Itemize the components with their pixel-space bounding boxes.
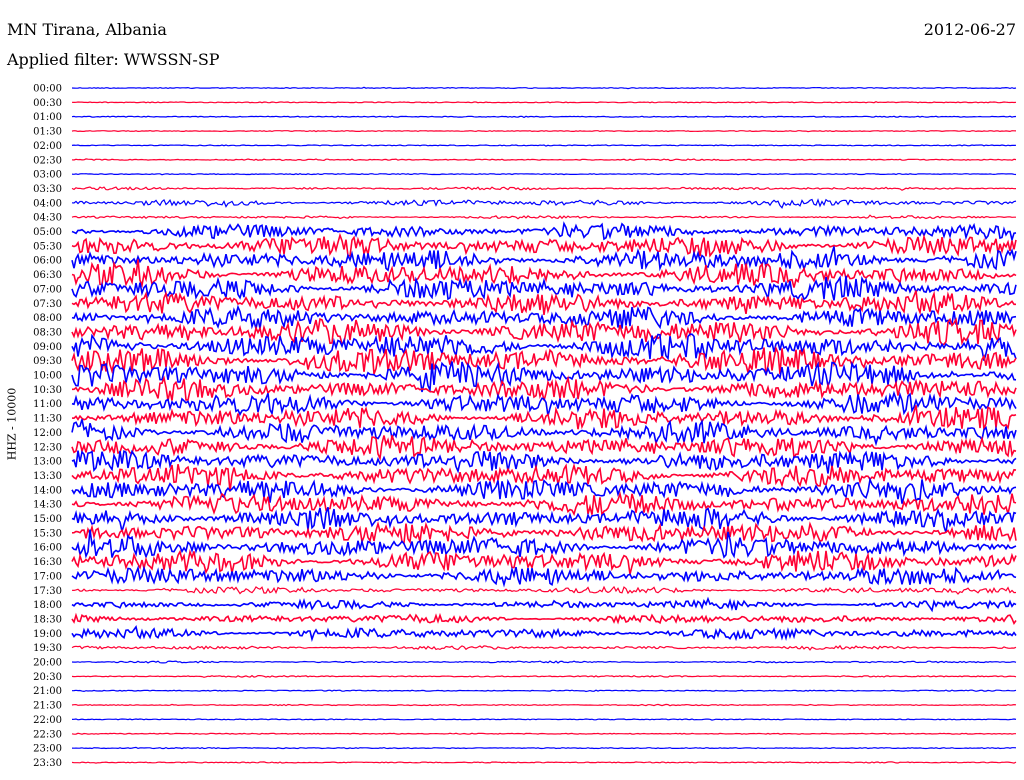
trace-0430 xyxy=(71,214,1016,220)
time-tick-label: 11:00 xyxy=(33,399,62,410)
time-tick-label: 07:30 xyxy=(33,299,62,310)
trace-1530 xyxy=(71,521,1017,545)
time-tick-label: 05:00 xyxy=(33,227,62,238)
time-tick-label: 07:00 xyxy=(33,284,62,295)
time-tick-label: 04:30 xyxy=(33,213,62,224)
trace-2130 xyxy=(71,703,1017,707)
trace-2230 xyxy=(71,732,1016,735)
time-tick-label: 18:30 xyxy=(33,614,62,625)
trace-1730 xyxy=(71,585,1017,595)
time-tick-label: 11:30 xyxy=(33,414,62,425)
time-tick-label: 00:30 xyxy=(33,98,62,109)
trace-2330 xyxy=(71,761,1017,764)
trace-0200 xyxy=(71,144,1017,147)
time-tick-label: 18:00 xyxy=(33,600,62,611)
trace-0030 xyxy=(71,101,1017,104)
time-tick-label: 23:30 xyxy=(33,758,62,769)
seismic-traces xyxy=(71,86,1017,764)
trace-2100 xyxy=(71,689,1017,693)
trace-0130 xyxy=(71,129,1017,133)
time-tick-label: 14:00 xyxy=(33,485,62,496)
trace-0300 xyxy=(71,173,1017,176)
time-tick-label: 19:00 xyxy=(33,629,62,640)
trace-2300 xyxy=(71,746,1017,750)
trace-2030 xyxy=(71,674,1017,678)
time-tick-label: 12:30 xyxy=(33,442,62,453)
trace-0100 xyxy=(71,115,1017,119)
trace-1830 xyxy=(71,612,1017,626)
trace-2200 xyxy=(71,718,1017,721)
time-tick-label: 13:00 xyxy=(33,457,62,468)
time-tick-label: 00:00 xyxy=(33,84,62,95)
time-tick-label: 02:00 xyxy=(33,141,62,152)
time-tick-label: 03:30 xyxy=(33,184,62,195)
time-tick-label: 22:00 xyxy=(33,715,62,726)
trace-1630 xyxy=(71,548,1017,575)
time-tick-label: 21:00 xyxy=(33,686,62,697)
time-tick-labels: 00:00 00:30 01:00 01:30 02:00 02:30 03:00 03:30… xyxy=(33,84,62,769)
time-tick-label: 10:00 xyxy=(33,371,62,382)
time-tick-label: 21:30 xyxy=(33,701,62,712)
time-tick-label: 05:30 xyxy=(33,241,62,252)
trace-0000 xyxy=(71,86,1017,90)
time-tick-label: 09:00 xyxy=(33,342,62,353)
time-tick-label: 06:00 xyxy=(33,256,62,267)
trace-1900 xyxy=(71,625,1017,643)
time-tick-label: 04:00 xyxy=(33,198,62,209)
time-tick-label: 01:30 xyxy=(33,127,62,138)
trace-1430 xyxy=(71,491,1017,518)
time-tick-label: 14:30 xyxy=(33,500,62,511)
trace-1930 xyxy=(71,644,1017,651)
trace-1100 xyxy=(71,390,1017,417)
trace-0330 xyxy=(71,186,1017,191)
time-tick-label: 03:00 xyxy=(33,170,62,181)
trace-0500 xyxy=(71,221,1017,243)
time-tick-label: 16:00 xyxy=(33,543,62,554)
time-tick-label: 06:30 xyxy=(33,270,62,281)
trace-0600 xyxy=(71,246,1017,272)
trace-0230 xyxy=(71,158,1017,162)
time-tick-label: 17:30 xyxy=(33,586,62,597)
time-tick-label: 12:00 xyxy=(33,428,62,439)
time-tick-label: 09:30 xyxy=(33,356,62,367)
helicorder-plot: 00:00 00:30 01:00 01:30 02:00 02:30 03:00 03:30… xyxy=(33,84,1017,769)
time-tick-label: 15:00 xyxy=(33,514,62,525)
time-tick-label: 16:30 xyxy=(33,557,62,568)
time-tick-label: 17:00 xyxy=(33,571,62,582)
trace-1300 xyxy=(71,449,1017,474)
trace-0400 xyxy=(71,198,1017,209)
time-tick-label: 10:30 xyxy=(33,385,62,396)
time-tick-label: 22:30 xyxy=(33,729,62,740)
trace-1700 xyxy=(71,565,1017,588)
time-tick-label: 13:30 xyxy=(33,471,62,482)
time-tick-label: 02:30 xyxy=(33,155,62,166)
time-tick-label: 20:00 xyxy=(33,658,62,669)
time-tick-label: 20:30 xyxy=(33,672,62,683)
time-tick-label: 01:00 xyxy=(33,112,62,123)
time-tick-label: 19:30 xyxy=(33,643,62,654)
time-tick-label: 15:30 xyxy=(33,528,62,539)
time-tick-label: 23:00 xyxy=(33,744,62,755)
time-tick-label: 08:00 xyxy=(33,313,62,324)
trace-2000 xyxy=(71,660,1017,664)
trace-1800 xyxy=(71,596,1017,613)
time-tick-label: 08:30 xyxy=(33,327,62,338)
